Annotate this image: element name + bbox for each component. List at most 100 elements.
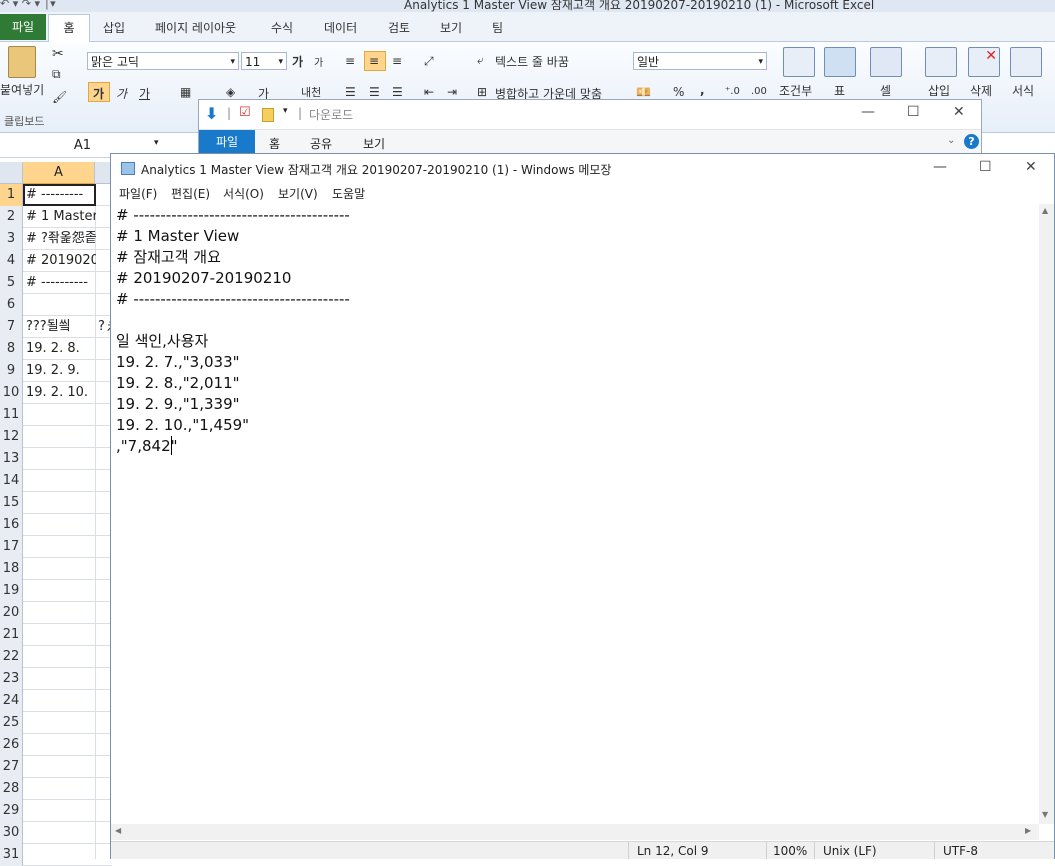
- scroll-right-icon[interactable]: ▶: [1025, 826, 1031, 835]
- cell-a[interactable]: [26, 756, 96, 778]
- row-header[interactable]: 24: [0, 690, 23, 712]
- maximize-button[interactable]: ☐: [979, 159, 992, 175]
- cell-a[interactable]: [26, 734, 96, 756]
- row-header[interactable]: 2: [0, 206, 23, 228]
- align-top-icon[interactable]: ≡: [345, 54, 355, 68]
- align-center-icon[interactable]: ☰: [369, 85, 380, 99]
- expand-ribbon-icon[interactable]: ⌄: [947, 135, 955, 146]
- cell-styles-button[interactable]: 셀: [880, 82, 891, 99]
- column-header-a[interactable]: A: [23, 162, 95, 184]
- close-button[interactable]: ✕: [1025, 159, 1037, 175]
- maximize-button[interactable]: ☐: [907, 104, 920, 120]
- align-right-icon[interactable]: ☰: [392, 85, 403, 99]
- row-header[interactable]: 5: [0, 272, 23, 294]
- cell-a[interactable]: [26, 404, 96, 426]
- format-cells-icon[interactable]: [1010, 47, 1042, 77]
- insert-cells-button[interactable]: 삽입: [928, 82, 950, 99]
- row-header[interactable]: 30: [0, 822, 23, 844]
- row-header[interactable]: 26: [0, 734, 23, 756]
- cell-a[interactable]: 19. 2. 10.: [26, 382, 96, 404]
- currency-icon[interactable]: 💴: [636, 85, 651, 99]
- row-header[interactable]: 7: [0, 316, 23, 338]
- tab-home[interactable]: 홈: [48, 14, 90, 43]
- row-header[interactable]: 12: [0, 426, 23, 448]
- underline-button[interactable]: 가: [139, 85, 150, 102]
- align-left-icon[interactable]: ☰: [345, 85, 356, 99]
- percent-button[interactable]: %: [673, 85, 684, 99]
- row-header[interactable]: 28: [0, 778, 23, 800]
- comma-button[interactable]: ,: [700, 83, 705, 97]
- row-header[interactable]: 27: [0, 756, 23, 778]
- cell-a[interactable]: # ?좎옱怨좉: [26, 228, 96, 250]
- cell-styles-icon[interactable]: [870, 47, 902, 77]
- cell-a[interactable]: [26, 602, 96, 624]
- tab-home[interactable]: 홈: [269, 135, 280, 152]
- row-header[interactable]: 22: [0, 646, 23, 668]
- tab-share[interactable]: 공유: [310, 135, 332, 152]
- menu-view[interactable]: 보기(V): [278, 185, 318, 202]
- row-header[interactable]: 21: [0, 624, 23, 646]
- row-header[interactable]: 19: [0, 580, 23, 602]
- format-as-table-icon[interactable]: [824, 47, 856, 77]
- cell-a[interactable]: ???될씤: [26, 316, 96, 338]
- cell-a[interactable]: # 1 Master V: [26, 206, 96, 228]
- conditional-format-button[interactable]: 조건부: [779, 82, 812, 99]
- notepad-text-area[interactable]: # --------------------------------------…: [111, 204, 1039, 824]
- row-header[interactable]: 11: [0, 404, 23, 426]
- decrease-indent-icon[interactable]: ⇤: [424, 85, 434, 99]
- tab-insert[interactable]: 삽입: [103, 19, 125, 36]
- conditional-format-icon[interactable]: [783, 47, 815, 77]
- menu-file[interactable]: 파일(F): [119, 185, 157, 202]
- chevron-down-icon[interactable]: ▾: [154, 138, 159, 148]
- row-header[interactable]: 14: [0, 470, 23, 492]
- help-icon[interactable]: ?: [964, 134, 979, 149]
- cell-a[interactable]: [26, 822, 96, 844]
- row-header[interactable]: 29: [0, 800, 23, 822]
- decrease-decimal-icon[interactable]: .00: [751, 86, 767, 97]
- cell-a[interactable]: [26, 426, 96, 448]
- row-header[interactable]: 18: [0, 558, 23, 580]
- cell-a[interactable]: [26, 580, 96, 602]
- format-painter-icon[interactable]: 🖌: [52, 90, 67, 104]
- row-header[interactable]: 1: [0, 184, 23, 206]
- copy-icon[interactable]: ⧉: [52, 67, 61, 82]
- tab-view[interactable]: 보기: [363, 135, 385, 152]
- shrink-font-button[interactable]: 가: [314, 54, 323, 69]
- menu-help[interactable]: 도움말: [332, 185, 365, 202]
- row-header[interactable]: 16: [0, 514, 23, 536]
- row-header[interactable]: 13: [0, 448, 23, 470]
- font-size-select[interactable]: 11 ▾: [241, 52, 287, 70]
- horizontal-scrollbar[interactable]: ◀ ▶: [111, 824, 1039, 840]
- minimize-button[interactable]: —: [933, 159, 947, 175]
- row-header[interactable]: 31: [0, 844, 23, 866]
- scroll-left-icon[interactable]: ◀: [115, 826, 121, 835]
- borders-icon[interactable]: ▦: [180, 85, 191, 99]
- cell-a[interactable]: [26, 536, 96, 558]
- format-as-table-button[interactable]: 표: [834, 82, 845, 99]
- format-cells-button[interactable]: 서식: [1012, 82, 1034, 99]
- row-header[interactable]: 15: [0, 492, 23, 514]
- align-bottom-icon[interactable]: ≡: [392, 54, 402, 68]
- row-header[interactable]: 17: [0, 536, 23, 558]
- fill-color-icon[interactable]: ◈: [226, 85, 235, 99]
- minimize-button[interactable]: —: [861, 104, 875, 120]
- cell-a[interactable]: [26, 800, 96, 822]
- vertical-scrollbar[interactable]: ▲ ▼: [1039, 204, 1054, 824]
- cell-a[interactable]: [26, 294, 96, 316]
- row-header[interactable]: 3: [0, 228, 23, 250]
- increase-indent-icon[interactable]: ⇥: [447, 85, 457, 99]
- tab-team[interactable]: 팀: [492, 19, 503, 36]
- font-name-select[interactable]: 맑은 고딕 ▾: [87, 52, 239, 70]
- number-format-select[interactable]: 일반 ▾: [633, 52, 767, 70]
- menu-format[interactable]: 서식(O): [223, 185, 264, 202]
- bold-button[interactable]: 가: [93, 85, 104, 102]
- row-header[interactable]: 9: [0, 360, 23, 382]
- increase-decimal-icon[interactable]: ⁺.0: [725, 86, 740, 97]
- menu-edit[interactable]: 편집(E): [171, 185, 210, 202]
- align-middle-icon[interactable]: ≡: [369, 54, 379, 68]
- row-header[interactable]: 8: [0, 338, 23, 360]
- row-header[interactable]: 4: [0, 250, 23, 272]
- tab-formulas[interactable]: 수식: [271, 19, 293, 36]
- tab-review[interactable]: 검토: [388, 19, 410, 36]
- row-header[interactable]: 10: [0, 382, 23, 404]
